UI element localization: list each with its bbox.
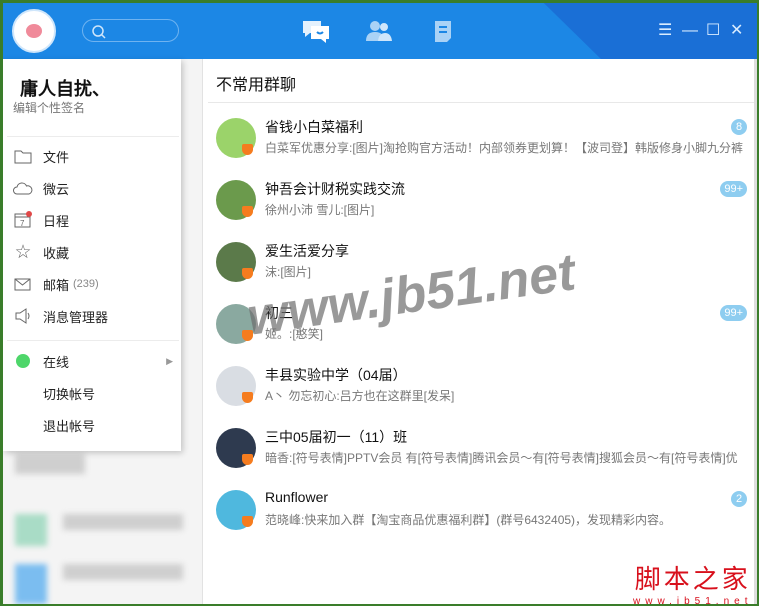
menu-label: 消息管理器 — [43, 309, 109, 325]
group-name: 钟吾会计财税实践交流 — [265, 181, 405, 197]
calendar-icon: 7 — [3, 211, 43, 229]
menu-item-schedule[interactable]: 7 日程 — [3, 205, 181, 235]
contacts-icon — [366, 21, 392, 41]
menu-label: 退出帐号 — [43, 418, 96, 434]
divider — [7, 340, 179, 341]
page-title: 不常用群聊 — [216, 77, 297, 94]
blurred-item — [63, 514, 183, 530]
group-name: 爱生活爱分享 — [265, 243, 349, 259]
tab-messages[interactable] — [301, 17, 331, 45]
blurred-item — [15, 454, 85, 474]
group-name: 省钱小白菜福利 — [265, 119, 363, 135]
site-logo: 脚本之家 www.jb51.net — [633, 559, 752, 604]
unread-count: 8 — [731, 119, 747, 135]
speaker-icon — [3, 308, 43, 324]
group-list-item[interactable]: 三中05届初一（11）班 暗香:[符号表情]PPTV会员 有[符号表情]腾讯会员… — [204, 421, 757, 483]
menu-icon[interactable]: ☰ — [658, 21, 672, 41]
menu-item-status[interactable]: 在线 ▶ — [3, 346, 181, 376]
title-bar: ☰ — ☐ ✕ — [3, 3, 757, 59]
folder-icon — [3, 149, 43, 164]
minimize-button[interactable]: — — [682, 21, 698, 41]
cloud-icon — [3, 181, 43, 195]
menu-item-logout[interactable]: 退出帐号 — [3, 410, 181, 440]
blurred-avatar — [15, 514, 47, 546]
unread-count: 99+ — [720, 181, 747, 197]
group-badge-icon — [242, 516, 253, 527]
menu-label: 微云 — [43, 181, 70, 197]
last-message: 范晓峰:快来加入群【淘宝商品优惠福利群】(群号6432405)，发现精彩内容。 — [265, 513, 672, 527]
menu-label: 切换帐号 — [43, 386, 96, 402]
unread-count: 2 — [731, 491, 747, 507]
blurred-avatar — [15, 564, 47, 604]
close-button[interactable]: ✕ — [730, 21, 743, 41]
chat-icon — [303, 21, 329, 43]
divider — [7, 136, 179, 137]
scrollbar[interactable] — [754, 59, 757, 604]
qq-window: ☰ — ☐ ✕ 庸人自扰、 编辑个性签名 文件 微云 7 日程 ☆ 收藏 邮箱 (23… — [3, 3, 757, 604]
last-message: 白菜军优惠分享:[图片]淘抢购官方活动！内部领券更划算！【波司登】韩版修身小脚九… — [265, 141, 744, 155]
signature-edit[interactable]: 编辑个性签名 — [13, 99, 85, 116]
group-badge-icon — [242, 454, 253, 465]
mail-icon — [3, 278, 43, 291]
avatar-image — [26, 24, 42, 38]
group-badge-icon — [242, 392, 253, 403]
menu-label: 收藏 — [43, 245, 70, 261]
document-icon — [435, 21, 451, 42]
menu-label: 日程 — [43, 213, 70, 229]
last-message: 暗香:[符号表情]PPTV会员 有[符号表情]腾讯会员～有[符号表情]搜狐会员～… — [265, 451, 738, 465]
submenu-arrow-icon: ▶ — [166, 355, 173, 366]
group-name: Runflower — [265, 489, 329, 505]
menu-item-weiyun[interactable]: 微云 — [3, 173, 181, 203]
unread-count: 99+ — [720, 305, 747, 321]
group-list-item[interactable]: 省钱小白菜福利 白菜军优惠分享:[图片]淘抢购官方活动！内部领券更划算！【波司登… — [204, 111, 757, 173]
group-list-item[interactable]: Runflower 范晓峰:快来加入群【淘宝商品优惠福利群】(群号6432405… — [204, 483, 757, 545]
logo-text: 脚本之家 — [634, 565, 751, 595]
menu-item-switch-account[interactable]: 切换帐号 — [3, 378, 181, 408]
star-icon: ☆ — [14, 241, 32, 263]
menu-item-favorites[interactable]: ☆ 收藏 — [3, 237, 181, 267]
group-badge-icon — [242, 144, 253, 155]
menu-item-mail[interactable]: 邮箱 (239) — [3, 269, 181, 299]
maximize-button[interactable]: ☐ — [706, 21, 720, 41]
logo-url: www.jb51.net — [633, 596, 753, 604]
tab-space[interactable] — [428, 17, 458, 45]
tab-contacts[interactable] — [364, 17, 394, 45]
main-menu: 庸人自扰、 编辑个性签名 文件 微云 7 日程 ☆ 收藏 邮箱 (239) 消息管理器… — [3, 59, 181, 451]
group-name: 丰县实验中学（04届） — [265, 367, 407, 383]
divider — [208, 102, 754, 103]
online-status-icon — [3, 354, 43, 368]
group-badge-icon — [242, 268, 253, 279]
menu-item-files[interactable]: 文件 — [3, 141, 181, 171]
menu-item-message-manager[interactable]: 消息管理器 — [3, 301, 181, 331]
group-badge-icon — [242, 206, 253, 217]
blurred-item — [63, 564, 183, 580]
search-icon — [92, 25, 106, 39]
group-list-item[interactable]: 钟吾会计财税实践交流 徐州小沛 雪儿:[图片] 99+ — [204, 173, 757, 235]
group-list-item[interactable]: 丰县实验中学（04届） A丶 勿忘初心:吕方也在这群里[发呆] — [204, 359, 757, 421]
last-message: A丶 勿忘初心:吕方也在这群里[发呆] — [265, 389, 455, 403]
profile-name: 庸人自扰、 — [20, 79, 110, 99]
menu-label: 邮箱 — [43, 277, 70, 293]
avatar[interactable] — [12, 9, 56, 53]
mail-count: (239) — [73, 278, 99, 290]
svg-text:7: 7 — [20, 219, 25, 228]
search-input[interactable] — [82, 19, 179, 42]
menu-label: 在线 — [43, 354, 70, 370]
menu-label: 文件 — [43, 149, 70, 165]
last-message: 徐州小沛 雪儿:[图片] — [265, 203, 375, 217]
group-name: 三中05届初一（11）班 — [265, 429, 408, 445]
